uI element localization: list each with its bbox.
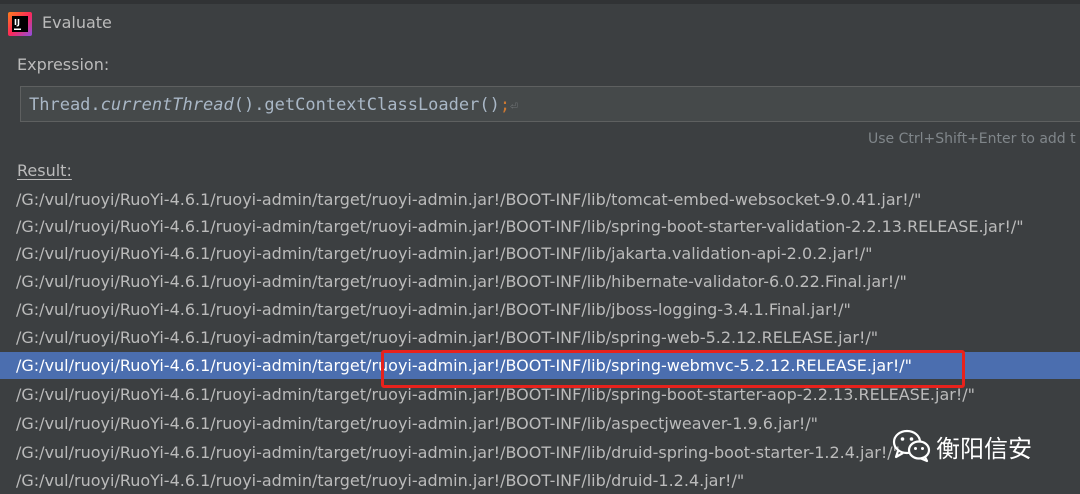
result-row[interactable]: /G:/vul/ruoyi/RuoYi-4.6.1/ruoyi-admin/ta… xyxy=(0,467,1080,494)
result-label: Result: xyxy=(17,161,72,180)
red-highlight-annotation xyxy=(381,350,965,388)
wechat-icon xyxy=(892,429,931,463)
expression-input[interactable]: Thread.currentThread().getContextClassLo… xyxy=(20,86,1080,122)
result-row[interactable]: /G:/vul/ruoyi/RuoYi-4.6.1/ruoyi-admin/ta… xyxy=(0,213,1080,240)
expression-token-method: currentThread xyxy=(100,95,234,115)
watermark: 衡阳信安 xyxy=(892,426,1032,466)
expression-token: ().getContextClassLoader() xyxy=(233,95,500,115)
result-row[interactable]: /G:/vul/ruoyi/RuoYi-4.6.1/ruoyi-admin/ta… xyxy=(0,186,1080,213)
result-label-mnemonic: R xyxy=(17,161,28,180)
window-title: Evaluate xyxy=(42,13,112,32)
result-row[interactable]: /G:/vul/ruoyi/RuoYi-4.6.1/ruoyi-admin/ta… xyxy=(0,268,1080,295)
watermark-text: 衡阳信安 xyxy=(936,434,1032,463)
expression-hint: Use Ctrl+Shift+Enter to add t xyxy=(868,131,1076,147)
return-symbol-icon: ⏎ xyxy=(510,99,518,114)
intellij-app-icon: IJ xyxy=(8,12,32,36)
expression-label: Expression: xyxy=(17,55,110,74)
result-row[interactable]: /G:/vul/ruoyi/RuoYi-4.6.1/ruoyi-admin/ta… xyxy=(0,296,1080,323)
title-bar: IJ Evaluate xyxy=(0,4,1080,42)
result-row[interactable]: /G:/vul/ruoyi/RuoYi-4.6.1/ruoyi-admin/ta… xyxy=(0,324,1080,351)
result-row[interactable]: /G:/vul/ruoyi/RuoYi-4.6.1/ruoyi-admin/ta… xyxy=(0,240,1080,267)
svg-text:IJ: IJ xyxy=(14,18,20,27)
expression-token-semicolon: ; xyxy=(499,95,511,115)
expression-token: Thread. xyxy=(29,95,101,115)
result-label-rest: esult: xyxy=(27,161,72,180)
